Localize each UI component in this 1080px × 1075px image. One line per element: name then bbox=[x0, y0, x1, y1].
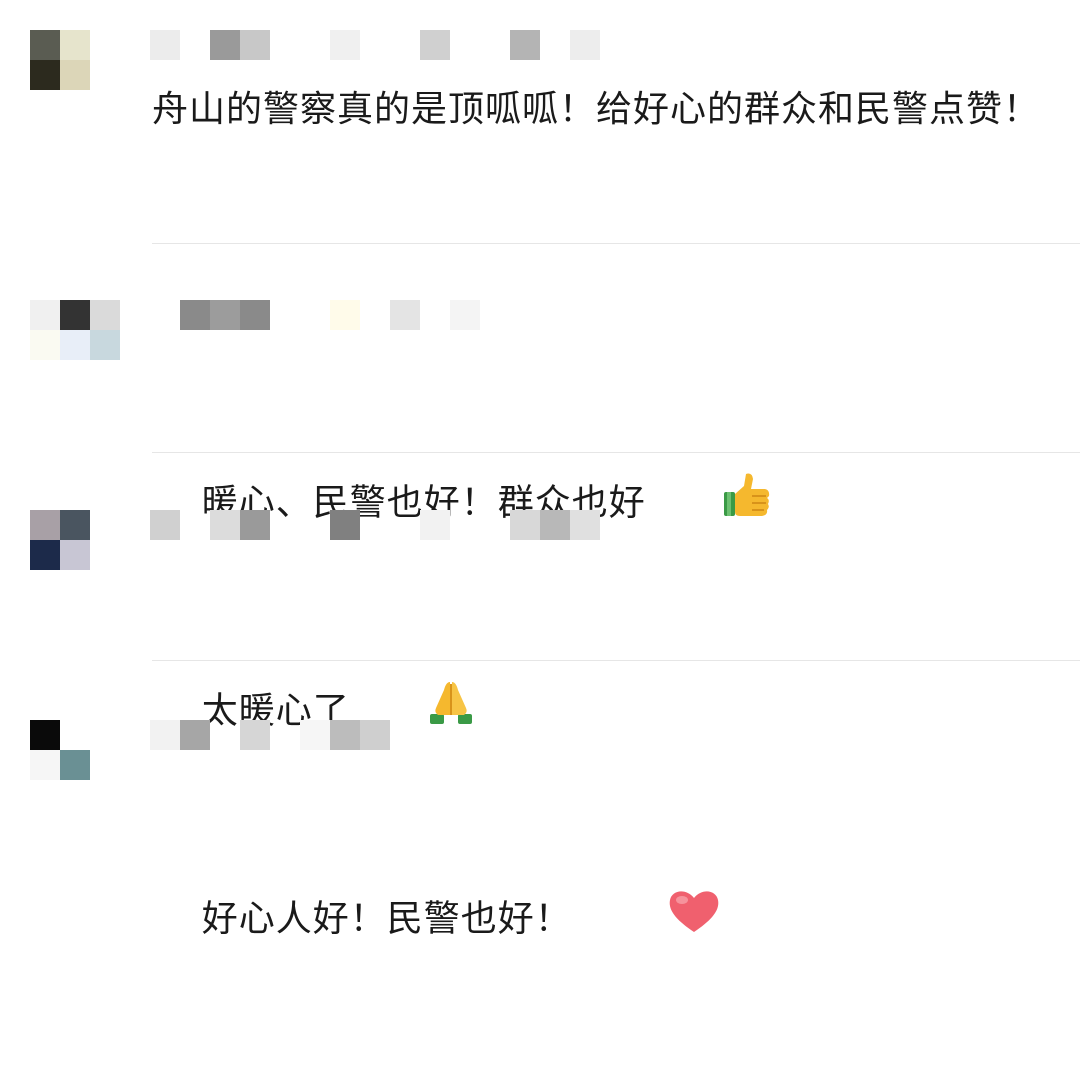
avatar-pixel bbox=[60, 540, 90, 570]
avatar[interactable] bbox=[30, 720, 120, 780]
avatar-pixel bbox=[30, 300, 60, 330]
avatar-pixel bbox=[60, 60, 90, 90]
divider bbox=[152, 660, 1080, 661]
avatar-pixel bbox=[90, 750, 120, 780]
comment-text-content: 好心人好！民警也好！ bbox=[201, 898, 572, 940]
avatar-pixel bbox=[90, 720, 120, 750]
avatar-pixel bbox=[60, 330, 90, 360]
blurred-username[interactable] bbox=[150, 30, 630, 60]
avatar-pixel bbox=[90, 510, 120, 540]
avatar-pixel bbox=[60, 30, 90, 60]
heart-icon bbox=[592, 826, 723, 1015]
avatar[interactable] bbox=[30, 30, 120, 90]
divider bbox=[152, 243, 1080, 244]
avatar-pixel bbox=[90, 60, 120, 90]
avatar-pixel bbox=[30, 540, 60, 570]
avatar-pixel bbox=[30, 30, 60, 60]
avatar[interactable] bbox=[30, 510, 120, 570]
avatar-pixel bbox=[30, 330, 60, 360]
blurred-username[interactable] bbox=[150, 720, 630, 750]
avatar-pixel bbox=[60, 300, 90, 330]
comment-text: 好心人好！民警也好！ bbox=[152, 766, 1052, 1075]
blurred-username[interactable] bbox=[150, 510, 630, 540]
avatar-pixel bbox=[90, 30, 120, 60]
avatar-pixel bbox=[60, 510, 90, 540]
avatar-pixel bbox=[60, 720, 90, 750]
avatar-pixel bbox=[30, 510, 60, 540]
comment-text: 舟山的警察真的是顶呱呱！给好心的群众和民警点赞！ bbox=[152, 89, 1041, 130]
avatar-pixel bbox=[30, 60, 60, 90]
avatar-pixel bbox=[90, 330, 120, 360]
avatar-pixel bbox=[30, 750, 60, 780]
avatar-pixel bbox=[90, 300, 120, 330]
avatar-pixel bbox=[30, 720, 60, 750]
divider bbox=[152, 452, 1080, 453]
blurred-username[interactable] bbox=[150, 300, 630, 330]
avatar-pixel bbox=[90, 540, 120, 570]
avatar[interactable] bbox=[30, 300, 120, 360]
avatar-pixel bbox=[60, 750, 90, 780]
